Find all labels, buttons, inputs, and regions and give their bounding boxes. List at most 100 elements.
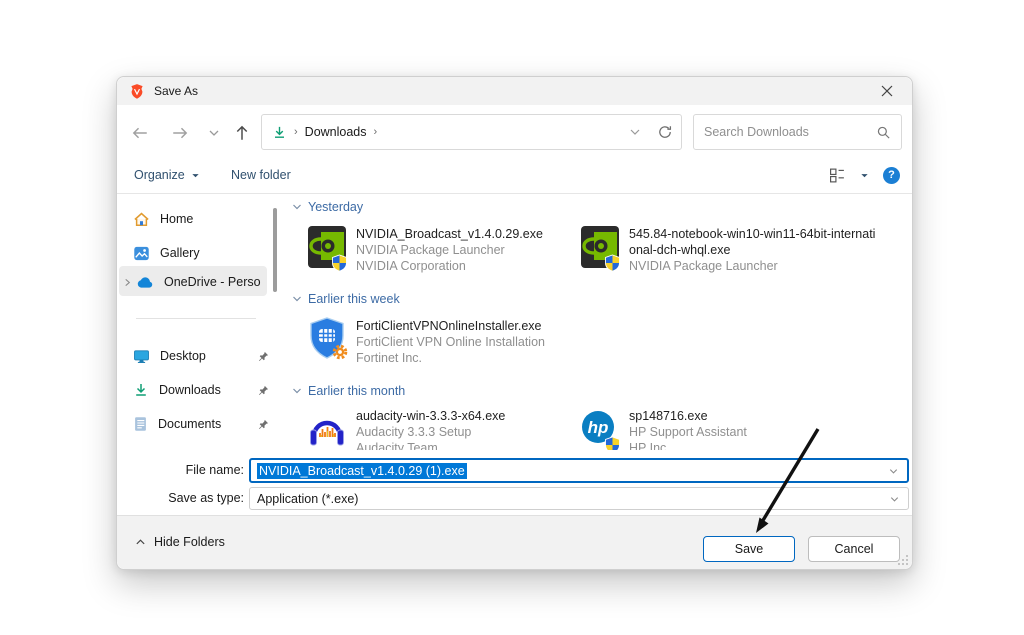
help-button[interactable]: ? [883,167,900,184]
onedrive-cloud-icon [136,275,154,289]
file-name: audacity-win-3.3.3-x64.exe [356,408,571,424]
expander-chevron-icon[interactable] [123,278,132,287]
recent-locations-button[interactable] [203,122,225,144]
file-name: sp148716.exe [629,408,844,424]
sidebar-separator [136,318,256,319]
file-list: Yesterday [286,194,912,450]
audacity-installer-icon [306,406,348,450]
back-arrow-icon [131,124,149,142]
screenshot-stage: Save As [0,0,1024,635]
view-options-icon[interactable] [829,167,846,184]
resize-grip[interactable] [897,554,909,566]
help-icon: ? [888,169,895,181]
search-placeholder: Search Downloads [704,125,876,139]
pin-icon [258,419,269,430]
file-description: Audacity 3.3.3 Setup [356,424,571,440]
search-input[interactable]: Search Downloads [693,114,902,150]
file-publisher: Audacity Team [356,440,571,450]
up-button[interactable] [231,122,253,144]
address-dropdown-icon[interactable] [629,126,641,138]
nvidia-installer-icon [306,224,348,274]
sidebar-item-documents[interactable]: Documents [133,412,269,436]
sidebar-item-desktop[interactable]: Desktop [133,344,269,368]
file-publisher: NVIDIA Corporation [356,258,571,274]
sidebar-item-label: OneDrive - Perso [164,275,269,289]
pin-icon [258,351,269,362]
hide-folders-button[interactable]: Hide Folders [135,535,225,549]
hp-logo-text: hp [588,418,609,437]
group-label: Earlier this month [308,384,405,398]
sidebar-item-home[interactable]: Home [133,207,269,231]
view-options-dropdown-icon[interactable] [860,171,869,180]
file-item-hp[interactable]: hp sp148716. [579,406,849,450]
file-item-audacity[interactable]: audacity-win-3.3.3-x64.exe Audacity 3.3.… [306,406,576,450]
forward-arrow-icon [171,124,189,142]
breadcrumb-location[interactable]: Downloads [305,125,367,139]
chevron-down-icon [208,127,220,139]
sidebar-item-label: Gallery [160,246,269,260]
sidebar-scrollbar-thumb[interactable] [273,208,277,292]
group-label: Yesterday [308,200,363,214]
search-icon [876,125,891,140]
file-name: 545.84-notebook-win10-win11-64bit-intern… [629,226,881,258]
file-description: FortiClient VPN Online Installation [356,334,571,350]
file-item-nvidia-driver[interactable]: 545.84-notebook-win10-win11-64bit-intern… [579,224,849,282]
cancel-button-label: Cancel [835,542,874,556]
save-button-label: Save [735,542,764,556]
address-bar[interactable]: › Downloads › [261,114,682,150]
save-as-type-value: Application (*.exe) [257,492,358,506]
file-description: HP Support Assistant [629,424,844,440]
file-item-forticlient[interactable]: FortiClientVPNOnlineInstaller.exe FortiC… [306,316,576,374]
file-name: FortiClientVPNOnlineInstaller.exe [356,318,571,334]
organize-label: Organize [134,168,185,182]
uac-shield-icon [604,254,621,273]
forward-button[interactable] [169,122,191,144]
sidebar-item-label: Desktop [160,349,258,363]
cancel-button[interactable]: Cancel [808,536,900,562]
breadcrumb-separator: › [294,126,298,138]
file-name: NVIDIA_Broadcast_v1.4.0.29.exe [356,226,571,242]
file-name-dropdown-icon[interactable] [888,465,899,476]
refresh-icon[interactable] [657,124,673,140]
sidebar-item-downloads[interactable]: Downloads [133,378,269,402]
hp-installer-icon: hp [579,406,621,450]
group-header-earlier-this-month[interactable]: Earlier this month [292,384,405,398]
downloads-location-icon [272,125,287,140]
group-label: Earlier this week [308,292,400,306]
file-publisher: Fortinet Inc. [356,350,571,366]
documents-icon [133,416,148,432]
title-bar: Save As [117,77,912,105]
sidebar-item-onedrive[interactable]: OneDrive - Perso [123,270,269,294]
save-as-type-dropdown-icon[interactable] [889,493,900,504]
home-icon [133,211,150,228]
dialog-title: Save As [154,84,198,98]
desktop-icon [133,348,150,365]
back-button[interactable] [129,122,151,144]
close-icon [881,85,893,97]
sidebar-item-label: Documents [158,417,258,431]
file-name-input[interactable]: NVIDIA_Broadcast_v1.4.0.29 (1).exe [249,458,909,483]
sidebar-item-gallery[interactable]: Gallery [133,241,269,265]
organize-dropdown-icon [191,171,200,180]
group-collapse-icon [292,294,302,304]
file-name-value: NVIDIA_Broadcast_v1.4.0.29 (1).exe [257,463,467,479]
group-header-earlier-this-week[interactable]: Earlier this week [292,292,400,306]
footer-bar: Hide Folders Save Cancel [117,515,912,569]
new-folder-label: New folder [231,168,291,182]
group-header-yesterday[interactable]: Yesterday [292,200,363,214]
save-as-type-label: Save as type: [124,491,244,505]
close-button[interactable] [870,77,904,105]
command-bar: Organize New folder ? [117,157,912,194]
organize-button[interactable]: Organize [134,157,200,193]
save-as-dialog: Save As [116,76,913,570]
save-button[interactable]: Save [703,536,795,562]
hide-folders-label: Hide Folders [154,535,225,549]
chevron-up-icon [135,537,146,548]
file-description: NVIDIA Package Launcher [629,258,881,274]
file-item-nvidia-broadcast[interactable]: NVIDIA_Broadcast_v1.4.0.29.exe NVIDIA Pa… [306,224,576,282]
downloads-icon [133,382,149,398]
save-as-type-select[interactable]: Application (*.exe) [249,487,909,510]
content-area: Home Gallery OneDrive - Perso [117,194,912,450]
group-collapse-icon [292,202,302,212]
new-folder-button[interactable]: New folder [231,157,291,193]
